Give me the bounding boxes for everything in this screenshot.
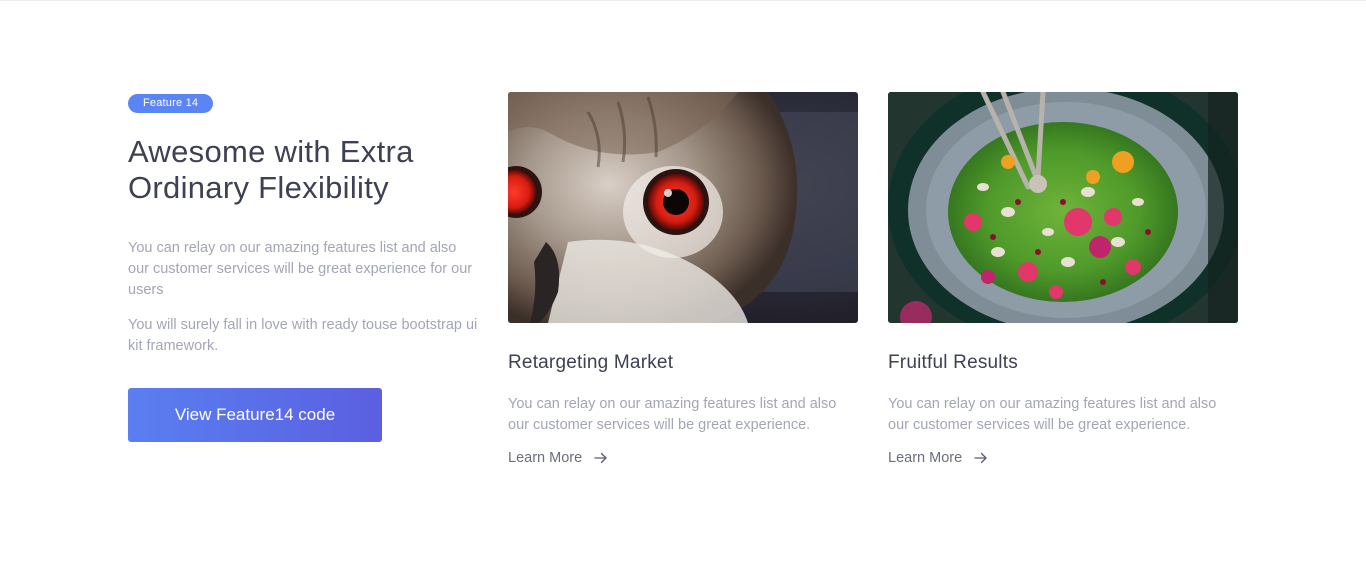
card-description: You can relay on our amazing features li… <box>508 396 837 433</box>
feature-card-retargeting: Retargeting Market You can relay on our … <box>508 92 858 467</box>
view-code-button[interactable]: View Feature14 code <box>128 388 382 442</box>
heading-line-1: Awesome with Extra <box>128 134 414 169</box>
owl-photo <box>508 92 858 323</box>
feature-card-fruitful: Fruitful Results You can relay on our am… <box>888 92 1238 467</box>
salad-bowl-photo <box>888 92 1238 323</box>
card-title: Fruitful Results <box>888 352 1018 373</box>
card-title: Retargeting Market <box>508 352 674 373</box>
arrow-right-icon <box>974 452 987 464</box>
feature14-section: Feature 14 Awesome with Extra Ordinary F… <box>0 0 1366 561</box>
intro-column: Feature 14 Awesome with Extra Ordinary F… <box>128 93 480 442</box>
arrow-right-icon <box>594 452 607 464</box>
feature-badge: Feature 14 <box>128 94 214 113</box>
section-heading: Awesome with Extra Ordinary Flexibility <box>128 134 480 206</box>
learn-more-link[interactable]: Learn More <box>888 450 988 466</box>
intro-paragraph-1: You can relay on our amazing features li… <box>128 240 473 298</box>
learn-more-label: Learn More <box>888 450 963 466</box>
heading-line-2: Ordinary Flexibility <box>128 170 389 205</box>
learn-more-label: Learn More <box>508 450 583 466</box>
intro-paragraph-2: You will surely fall in love with ready … <box>128 317 478 354</box>
card-description: You can relay on our amazing features li… <box>888 396 1217 433</box>
learn-more-link[interactable]: Learn More <box>508 450 608 466</box>
